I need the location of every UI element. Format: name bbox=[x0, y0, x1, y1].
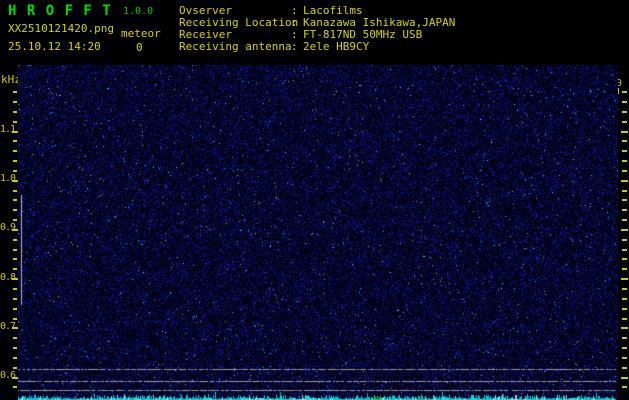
freq-tick-label: 1.1 bbox=[0, 124, 16, 135]
freq-tick-right bbox=[622, 337, 627, 339]
freq-tick-left bbox=[13, 150, 17, 152]
freq-tick-left bbox=[13, 101, 17, 103]
freq-tick-right bbox=[622, 150, 627, 152]
freq-tick-left bbox=[13, 337, 17, 339]
freq-tick-left bbox=[13, 170, 17, 172]
freq-tick-right bbox=[622, 140, 627, 142]
freq-tick-right bbox=[621, 377, 628, 379]
freq-tick-left bbox=[13, 190, 17, 192]
freq-tick-right bbox=[622, 101, 627, 103]
freq-tick-right bbox=[621, 327, 628, 329]
station-info-separator: : bbox=[291, 40, 298, 53]
freq-tick-right bbox=[622, 121, 627, 123]
freq-tick-right bbox=[622, 318, 627, 320]
freq-tick-right bbox=[622, 239, 627, 241]
hrofft-window: H R O F F T 1.0.0 XX2510121420.png meteo… bbox=[0, 0, 629, 400]
freq-tick-right bbox=[622, 298, 627, 300]
spectrogram-plot bbox=[18, 65, 618, 400]
freq-tick-left bbox=[13, 258, 17, 260]
freq-tick-left bbox=[13, 347, 17, 349]
observation-mode: meteor bbox=[121, 27, 161, 40]
freq-tick-right bbox=[622, 268, 627, 270]
freq-tick-left bbox=[13, 219, 17, 221]
freq-tick-right bbox=[622, 308, 627, 310]
freq-tick-left bbox=[13, 121, 17, 123]
freq-tick-left bbox=[13, 140, 17, 142]
freq-tick-right bbox=[621, 180, 628, 182]
freq-tick-right bbox=[622, 190, 627, 192]
freq-tick-right bbox=[622, 160, 627, 162]
freq-tick-left bbox=[13, 249, 17, 251]
freq-tick-left bbox=[13, 357, 17, 359]
freq-tick-left bbox=[13, 199, 17, 201]
freq-tick-right bbox=[622, 209, 627, 211]
freq-tick-right bbox=[622, 111, 627, 113]
output-filename: XX2510121420.png bbox=[8, 22, 114, 35]
freq-tick-left bbox=[13, 268, 17, 270]
freq-tick-left bbox=[13, 160, 17, 162]
freq-tick-left bbox=[13, 308, 17, 310]
station-info-label: Receiving antenna bbox=[179, 40, 292, 53]
freq-tick-right bbox=[622, 386, 627, 388]
app-version: 1.0.0 bbox=[123, 6, 154, 17]
freq-tick-right bbox=[622, 357, 627, 359]
freq-tick-label: 1.0 bbox=[0, 173, 16, 184]
freq-tick-label: 0.6 bbox=[0, 370, 16, 381]
freq-tick-right bbox=[621, 229, 628, 231]
freq-tick-left bbox=[13, 386, 17, 388]
freq-tick-left bbox=[13, 288, 17, 290]
freq-tick-right bbox=[622, 288, 627, 290]
freq-tick-left bbox=[13, 91, 17, 93]
freq-tick-right bbox=[621, 131, 628, 133]
freq-tick-right bbox=[622, 367, 627, 369]
freq-tick-right bbox=[622, 219, 627, 221]
freq-tick-right bbox=[622, 249, 627, 251]
meteor-count: 0 bbox=[136, 41, 143, 54]
freq-tick-left bbox=[13, 318, 17, 320]
app-title: H R O F F T bbox=[8, 3, 112, 19]
freq-tick-label: 0.9 bbox=[0, 222, 16, 233]
station-info-row: Receiving antenna: 2ele HB9CY bbox=[179, 40, 369, 53]
freq-tick-left bbox=[13, 298, 17, 300]
freq-tick-left bbox=[13, 239, 17, 241]
datetime-label: 25.10.12 14:20 bbox=[8, 40, 101, 53]
freq-tick-right bbox=[622, 91, 627, 93]
freq-tick-left bbox=[13, 111, 17, 113]
freq-tick-left bbox=[13, 367, 17, 369]
freq-tick-right bbox=[622, 199, 627, 201]
freq-tick-left bbox=[13, 209, 17, 211]
freq-tick-right bbox=[621, 278, 628, 280]
freq-tick-right bbox=[622, 170, 627, 172]
freq-tick-right bbox=[622, 347, 627, 349]
station-info-value: 2ele HB9CY bbox=[303, 40, 370, 53]
freq-tick-right bbox=[622, 258, 627, 260]
